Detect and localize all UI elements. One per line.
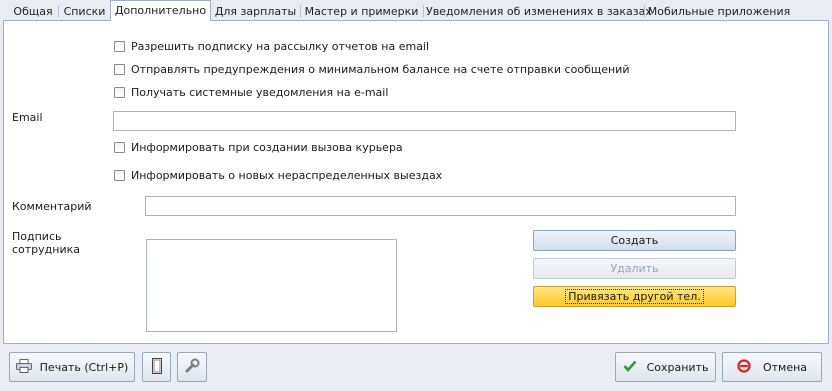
checkbox-box[interactable] [114,63,125,75]
no-entry-icon [737,358,751,376]
checkbox-label: Разрешить подписку на рассылку отчетов н… [131,39,430,53]
tab-separator [423,5,424,17]
print-label: Печать (Ctrl+P) [39,360,129,374]
save-label: Сохранить [646,360,709,374]
settings-button[interactable] [177,352,207,382]
tab-separator [58,5,59,17]
tab-mobile-apps[interactable]: Мобильные приложения [646,2,792,20]
printer-icon [15,358,32,376]
tab-lists[interactable]: Списки [60,2,109,20]
email-label: Email [12,111,43,124]
tab-general[interactable]: Общая [9,2,57,20]
tab-order-change-notifications[interactable]: Уведомления об изменениях в заказах [425,2,652,20]
tab-additional[interactable]: Дополнительно [110,0,211,21]
checkbox-box[interactable] [114,40,125,52]
bind-other-phone-label: Привязать другой тел. [565,289,704,304]
checkbox-label: Информировать о новых нераспределенных в… [131,168,443,182]
checkbox-box[interactable] [114,86,125,98]
comment-field[interactable] [145,196,736,216]
cancel-label: Отмена [762,360,808,374]
checkbox-label: Информировать при создании вызова курьер… [131,140,403,154]
tab-salary[interactable]: Для зарплаты [213,2,298,20]
subscribe-reports-checkbox[interactable]: Разрешить подписку на рассылку отчетов н… [114,38,429,54]
checkbox-box[interactable] [114,169,125,181]
checkbox-label: Получать системные уведомления на e-mail [131,85,389,99]
signature-label-line1: Подпись [12,230,62,243]
unassigned-trips-info-checkbox[interactable]: Информировать о новых нераспределенных в… [114,167,442,183]
create-signature-button[interactable]: Создать [533,230,736,251]
cancel-button[interactable]: Отмена [722,352,822,382]
signature-label: Подпись сотрудника [12,230,80,256]
page-button[interactable] [142,352,171,382]
signature-label-line2: сотрудника [12,243,81,256]
delete-signature-button[interactable]: Удалить [533,258,736,279]
courier-call-info-checkbox[interactable]: Информировать при создании вызова курьер… [114,139,403,155]
page-icon [151,357,163,377]
checkbox-box[interactable] [114,141,125,153]
tab-master-fittings[interactable]: Мастер и примерки [302,2,421,20]
system-notifications-checkbox[interactable]: Получать системные уведомления на e-mail [114,84,388,100]
comment-label: Комментарий [12,200,92,213]
bind-other-phone-button[interactable]: Привязать другой тел. [533,286,736,307]
wrench-icon [184,358,200,377]
print-button[interactable]: Печать (Ctrl+P) [9,352,135,382]
save-button[interactable]: Сохранить [615,352,716,382]
tab-separator [300,5,301,17]
email-field[interactable] [113,111,736,131]
checkbox-label: Отправлять предупреждения о минимальном … [131,62,630,76]
tab-separator [644,5,645,17]
signature-area[interactable] [146,239,397,332]
min-balance-warning-checkbox[interactable]: Отправлять предупреждения о минимальном … [114,61,629,77]
tab-strip: Общая Списки Дополнительно Для зарплаты … [0,0,832,21]
checkmark-icon [623,360,637,375]
